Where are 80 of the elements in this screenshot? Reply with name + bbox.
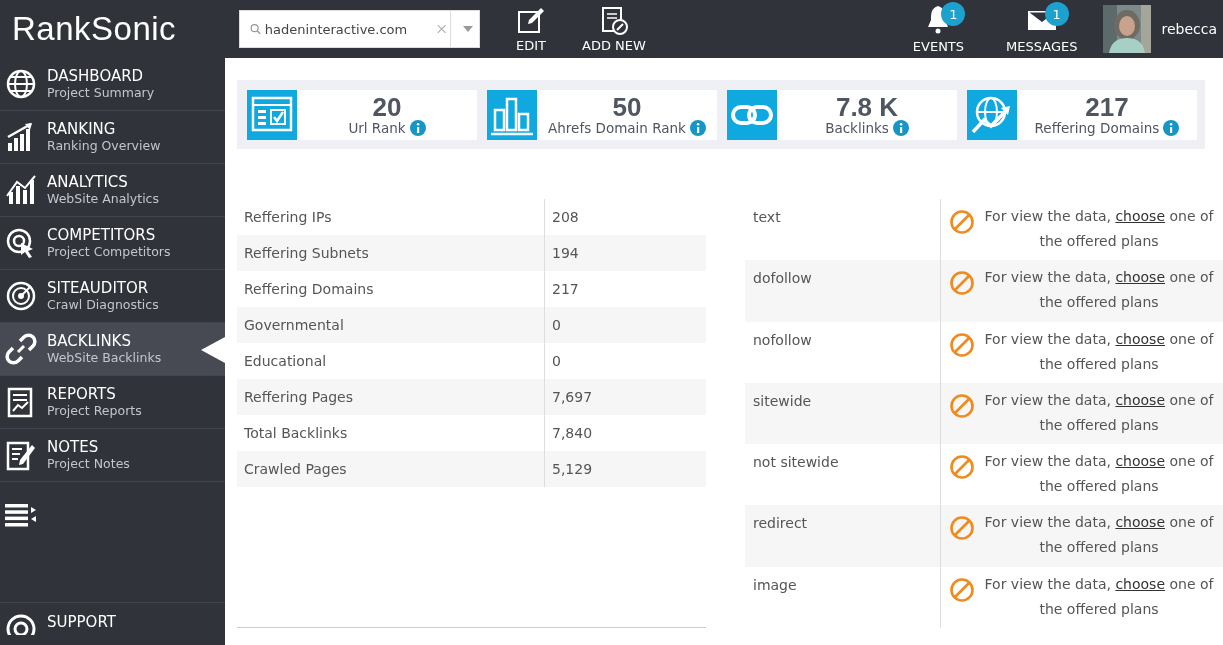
info-icon[interactable]: [689, 120, 706, 136]
edit-icon: [516, 5, 546, 36]
table-cell: not sitewide: [753, 454, 839, 471]
upgrade-message: For view the data, choose one of the offered plans: [983, 268, 1215, 313]
stat-label: Backlinks: [825, 120, 889, 136]
upgrade-message: For view the data, choose one of the offered plans: [983, 574, 1215, 619]
table-cell-text: 217: [551, 281, 579, 297]
notepad-icon: [5, 439, 37, 471]
table-cell-text: 0: [551, 353, 561, 369]
logo: RankSonic: [11, 10, 178, 48]
support-link[interactable]: SUPPORT: [47, 613, 116, 631]
upgrade-message: For view the data, choose one of the offered plans: [983, 513, 1215, 558]
prohibited-icon: [949, 576, 975, 603]
choose-link[interactable]: choose: [1115, 208, 1165, 224]
count-badge: 1: [1044, 2, 1069, 26]
table-cell: Reffering Subnets: [237, 235, 545, 271]
table-cell: Governmental: [237, 307, 545, 343]
sidebar-item[interactable]: NOTES Project Notes: [0, 429, 225, 482]
table-cell-text: 7,840: [551, 425, 593, 441]
sidebar-item[interactable]: COMPETITORS Project Competitors: [0, 217, 225, 270]
table-cell: dofollow: [753, 270, 812, 287]
table-cell-text: 0: [551, 317, 561, 333]
table-cell: redirect: [753, 515, 808, 532]
stat-value: 7.8 K: [835, 94, 899, 120]
sidebar-item[interactable]: BACKLINKS WebSite Backlinks: [0, 323, 225, 376]
sidebar-item[interactable]: DASHBOARD Project Summary: [0, 58, 225, 111]
upgrade-message: For view the data, choose one of the offered plans: [983, 390, 1215, 435]
link-icon: [5, 333, 37, 365]
stat-value: 20: [372, 94, 402, 120]
stat-value: 217: [1085, 94, 1129, 120]
table-cell: nofollow: [753, 331, 812, 348]
table-cell-text: 208: [551, 209, 579, 225]
menu-toggle-icon[interactable]: [5, 504, 38, 527]
radar-icon: [5, 280, 37, 312]
prohibited-icon: [949, 270, 975, 297]
stat-label: Reffering Domains: [1034, 120, 1160, 136]
search-icon: [250, 22, 261, 36]
prohibited-icon: [949, 209, 975, 235]
choose-link[interactable]: choose: [1115, 453, 1165, 470]
upgrade-message: For view the data, choose one of the offered plans: [983, 207, 1215, 251]
dropdown-caret-icon[interactable]: [463, 26, 474, 32]
add-new-button[interactable]: ADD NEW: [582, 5, 646, 53]
globe-icon: [5, 68, 37, 100]
sidebar-item[interactable]: ANALYTICS WebSite Analytics: [0, 164, 225, 217]
bar-chart-icon: [5, 174, 37, 206]
clear-icon[interactable]: [436, 23, 447, 35]
info-icon[interactable]: [1163, 120, 1180, 136]
stat-label: Url Rank: [348, 120, 406, 136]
prohibited-icon: [949, 331, 975, 358]
table-cell-text: 7,697: [551, 389, 593, 405]
table-cell: Reffering Pages: [237, 379, 545, 415]
choose-link[interactable]: choose: [1115, 575, 1165, 592]
messages-button[interactable]: 1 MESSAGES: [1006, 4, 1078, 54]
choose-link[interactable]: choose: [1115, 269, 1165, 286]
table-cell-text: 194: [551, 245, 579, 261]
choose-link[interactable]: choose: [1115, 514, 1165, 531]
table-cell-text: 5,129: [551, 461, 593, 477]
prohibited-icon: [949, 515, 975, 542]
count-badge: 1: [941, 2, 966, 26]
table-cell: text: [753, 209, 781, 225]
user-name[interactable]: rebecca: [1161, 21, 1217, 37]
stat-label: Ahrefs Domain Rank: [548, 120, 686, 136]
upgrade-message: For view the data, choose one of the offered plans: [983, 452, 1215, 497]
edit-button[interactable]: EDIT: [516, 5, 546, 53]
choose-link[interactable]: choose: [1115, 330, 1165, 347]
prohibited-icon: [949, 454, 975, 481]
upgrade-message: For view the data, choose one of the offered plans: [983, 329, 1215, 374]
events-button[interactable]: 1 EVENTS: [912, 4, 965, 54]
stat-value: 50: [612, 94, 642, 120]
search-box[interactable]: hadeninteractive.com: [239, 10, 480, 48]
table-cell: sitewide: [753, 392, 812, 409]
sidebar-item[interactable]: REPORTS Project Reports: [0, 376, 225, 429]
table-cell: image: [753, 576, 797, 593]
info-icon[interactable]: [409, 120, 426, 136]
choose-link[interactable]: choose: [1115, 391, 1165, 408]
prohibited-icon: [949, 392, 975, 419]
sidebar-item[interactable]: RANKING Ranking Overview: [0, 111, 225, 164]
table-cell: Crawled Pages: [237, 451, 545, 487]
info-icon[interactable]: [892, 120, 909, 136]
lifebuoy-icon[interactable]: [5, 613, 37, 635]
